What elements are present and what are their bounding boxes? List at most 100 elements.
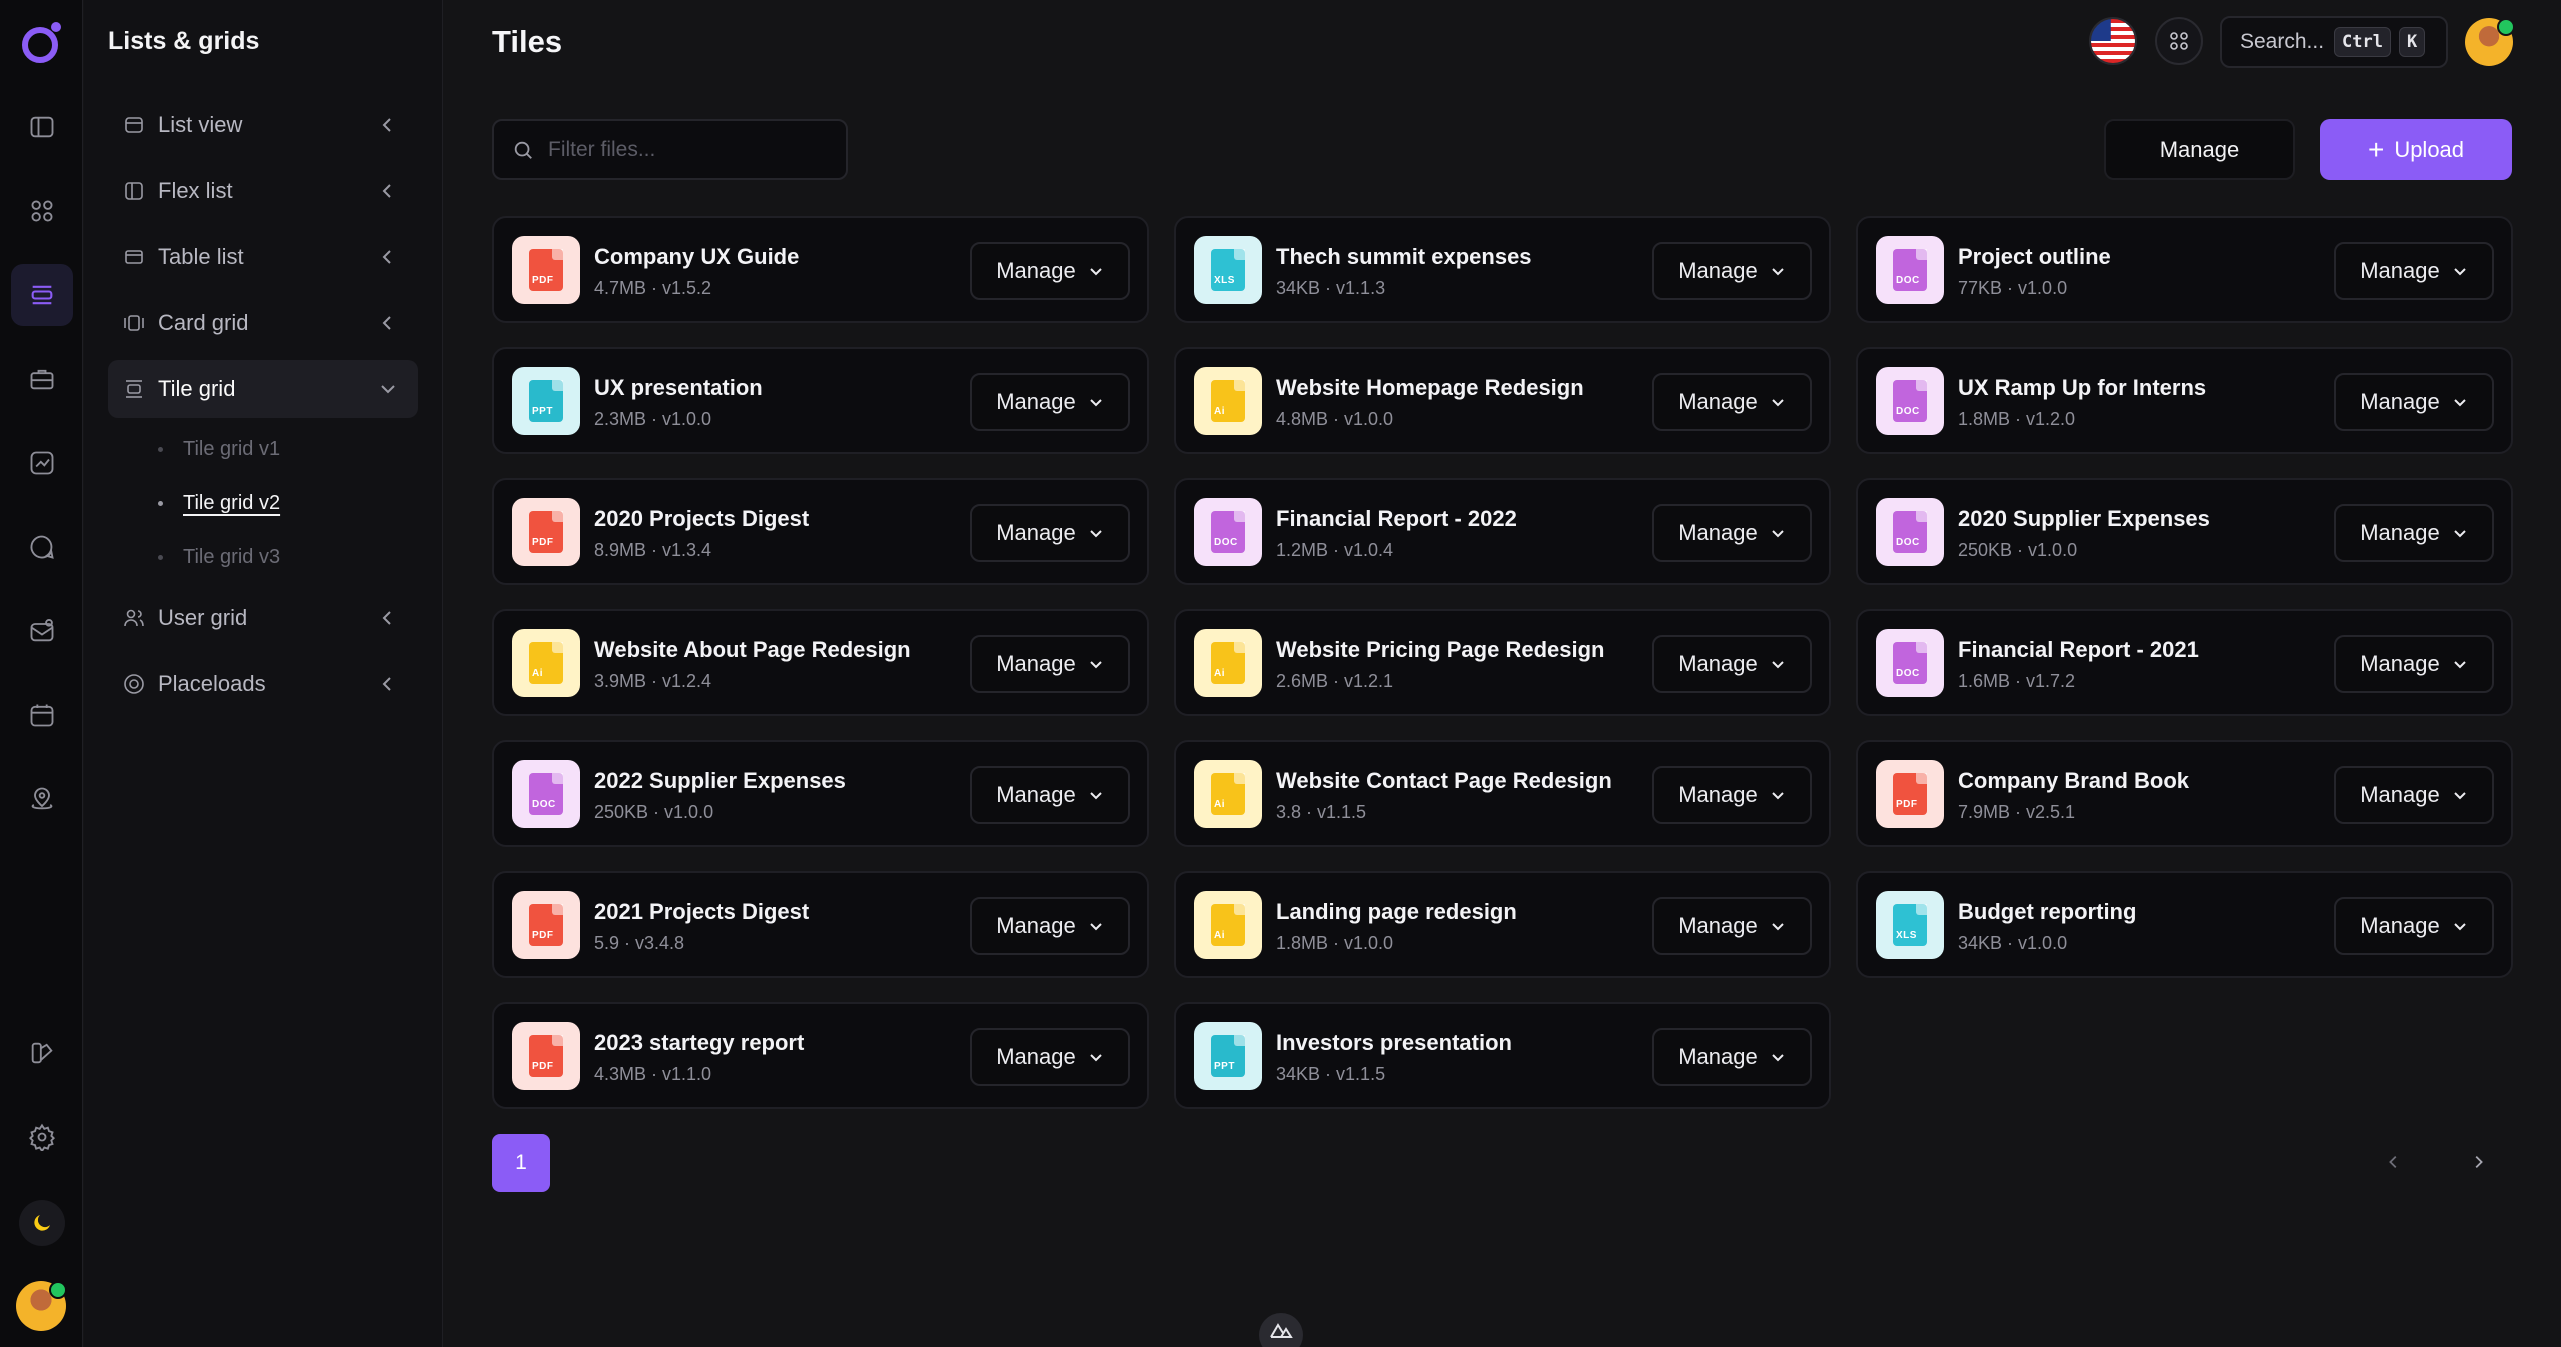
tile-manage-button[interactable]: Manage (2334, 635, 2494, 693)
sidebar-item-user-grid[interactable]: User grid (108, 589, 418, 647)
document-icon: DOC (1211, 511, 1245, 553)
file-tile[interactable]: PPT Investors presentation 34KB · v1.1.5… (1174, 1002, 1831, 1109)
sidebar-item-list-view[interactable]: List view (108, 96, 418, 154)
sidebar-title: Lists & grids (108, 27, 260, 55)
file-tile[interactable]: PDF 2023 startegy report 4.3MB · v1.1.0 … (492, 1002, 1149, 1109)
tile-manage-button[interactable]: Manage (970, 766, 1130, 824)
upload-button[interactable]: + Upload (2320, 119, 2512, 180)
meta-separator: · (1320, 278, 1337, 298)
file-tile[interactable]: PDF Company UX Guide 4.7MB · v1.5.2 Mana… (492, 216, 1149, 323)
list-layout-icon[interactable] (11, 264, 73, 326)
file-tile[interactable]: DOC 2020 Supplier Expenses 250KB · v1.0.… (1856, 478, 2513, 585)
file-tile[interactable]: DOC Financial Report - 2022 1.2MB · v1.0… (1174, 478, 1831, 585)
file-tile[interactable]: XLS Thech summit expenses 34KB · v1.1.3 … (1174, 216, 1831, 323)
file-tile[interactable]: PDF 2021 Projects Digest 5.9 · v3.4.8 Ma… (492, 871, 1149, 978)
file-meta: 250KB · v1.0.0 (1958, 540, 2077, 561)
tile-manage-button[interactable]: Manage (1652, 766, 1812, 824)
chat-icon[interactable] (11, 516, 73, 578)
file-tile[interactable]: Ai Landing page redesign 1.8MB · v1.0.0 … (1174, 871, 1831, 978)
sidebar-item-card-grid[interactable]: Card grid (108, 294, 418, 352)
apps-icon[interactable] (2155, 17, 2203, 65)
tile-manage-button[interactable]: Manage (1652, 897, 1812, 955)
file-tile[interactable]: Ai Website Contact Page Redesign 3.8 · v… (1174, 740, 1831, 847)
user-avatar[interactable] (2465, 18, 2515, 66)
tile-manage-button[interactable]: Manage (970, 242, 1130, 300)
sidebar-item-label: Flex list (158, 178, 233, 203)
file-version: v1.7.2 (2026, 671, 2076, 691)
file-tile[interactable]: Ai Website Homepage Redesign 4.8MB · v1.… (1174, 347, 1831, 454)
file-meta: 5.9 · v3.4.8 (594, 933, 684, 954)
grid-icon[interactable] (11, 180, 73, 242)
avatar[interactable] (16, 1281, 67, 1331)
file-size: 34KB (1276, 278, 1321, 298)
file-tile[interactable]: DOC UX Ramp Up for Interns 1.8MB · v1.2.… (1856, 347, 2513, 454)
file-version: v1.0.0 (2028, 540, 2078, 560)
file-version: v1.5.2 (662, 278, 712, 298)
briefcase-icon[interactable] (11, 348, 73, 410)
tile-manage-button[interactable]: Manage (970, 373, 1130, 431)
filter-field[interactable] (492, 119, 848, 180)
chevron-left-icon[interactable] (2378, 1146, 2410, 1178)
chevron-down-icon (1772, 923, 1784, 931)
tile-manage-button[interactable]: Manage (2334, 373, 2494, 431)
sidebar-panel-icon[interactable] (11, 96, 73, 158)
file-name: Website About Page Redesign (594, 637, 911, 662)
moon-icon[interactable] (19, 1200, 65, 1246)
sidebar-subitem-label: Tile grid v3 (183, 546, 281, 568)
file-tile[interactable]: DOC 2022 Supplier Expenses 250KB · v1.0.… (492, 740, 1149, 847)
file-tile[interactable]: PPT UX presentation 2.3MB · v1.0.0 Manag… (492, 347, 1149, 454)
tile-manage-button[interactable]: Manage (1652, 635, 1812, 693)
tile-manage-button[interactable]: Manage (970, 1028, 1130, 1086)
sidebar-subitem-tile-grid-v3[interactable]: Tile grid v3 (158, 546, 280, 569)
pagination-page-1[interactable]: 1 (492, 1134, 550, 1192)
file-size: 1.8MB (1958, 409, 2011, 429)
file-tile[interactable]: DOC Financial Report - 2021 1.6MB · v1.7… (1856, 609, 2513, 716)
brush-icon[interactable] (11, 1022, 73, 1084)
file-meta: 7.9MB · v2.5.1 (1958, 802, 2075, 823)
mail-icon[interactable] (11, 600, 73, 662)
tile-manage-label: Manage (1678, 1044, 1758, 1069)
file-tile[interactable]: DOC Project outline 77KB · v1.0.0 Manage (1856, 216, 2513, 323)
logo-icon[interactable] (18, 18, 66, 66)
file-tile[interactable]: Ai Website Pricing Page Redesign 2.6MB ·… (1174, 609, 1831, 716)
sidebar-item-tile-grid[interactable]: Tile grid (108, 360, 418, 418)
tile-manage-button[interactable]: Manage (1652, 242, 1812, 300)
sidebar-item-flex-list[interactable]: Flex list (108, 162, 418, 220)
tile-manage-button[interactable]: Manage (2334, 504, 2494, 562)
file-tile[interactable]: PDF 2020 Projects Digest 8.9MB · v1.3.4 … (492, 478, 1149, 585)
file-meta: 4.3MB · v1.1.0 (594, 1064, 711, 1085)
filter-input[interactable] (548, 137, 828, 162)
gear-icon[interactable] (11, 1106, 73, 1168)
calendar-icon[interactable] (11, 684, 73, 746)
sidebar-item-table-list[interactable]: Table list (108, 228, 418, 286)
tile-manage-button[interactable]: Manage (1652, 1028, 1812, 1086)
tile-manage-button[interactable]: Manage (970, 504, 1130, 562)
tile-manage-button[interactable]: Manage (2334, 242, 2494, 300)
sidebar-item-placeloads[interactable]: Placeloads (108, 655, 418, 713)
chevron-right-icon[interactable] (2462, 1146, 2494, 1178)
file-meta: 34KB · v1.1.5 (1276, 1064, 1385, 1085)
meta-separator: · (1301, 802, 1318, 822)
tile-manage-button[interactable]: Manage (1652, 373, 1812, 431)
search-button[interactable]: Search... Ctrl K (2220, 16, 2448, 68)
tile-manage-button[interactable]: Manage (970, 635, 1130, 693)
chart-icon[interactable] (11, 432, 73, 494)
file-tile[interactable]: Ai Website About Page Redesign 3.9MB · v… (492, 609, 1149, 716)
nuxt-devtools-icon[interactable] (1259, 1313, 1303, 1347)
tile-manage-button[interactable]: Manage (2334, 897, 2494, 955)
file-version: v2.5.1 (2026, 802, 2076, 822)
chevron-down-icon (2454, 399, 2466, 407)
tile-manage-button[interactable]: Manage (1652, 504, 1812, 562)
map-pin-icon[interactable] (11, 768, 73, 830)
file-meta: 250KB · v1.0.0 (594, 802, 713, 823)
tile-manage-button[interactable]: Manage (970, 897, 1130, 955)
tile-manage-button[interactable]: Manage (2334, 766, 2494, 824)
meta-separator: · (2002, 933, 2019, 953)
file-name: 2020 Projects Digest (594, 506, 810, 531)
sidebar-subitem-tile-grid-v1[interactable]: Tile grid v1 (158, 438, 280, 461)
us-flag-icon[interactable] (2089, 17, 2137, 65)
sidebar-subitem-tile-grid-v2[interactable]: Tile grid v2 (158, 492, 280, 515)
file-tile[interactable]: XLS Budget reporting 34KB · v1.0.0 Manag… (1856, 871, 2513, 978)
file-tile[interactable]: PDF Company Brand Book 7.9MB · v2.5.1 Ma… (1856, 740, 2513, 847)
manage-button[interactable]: Manage (2104, 119, 2295, 180)
